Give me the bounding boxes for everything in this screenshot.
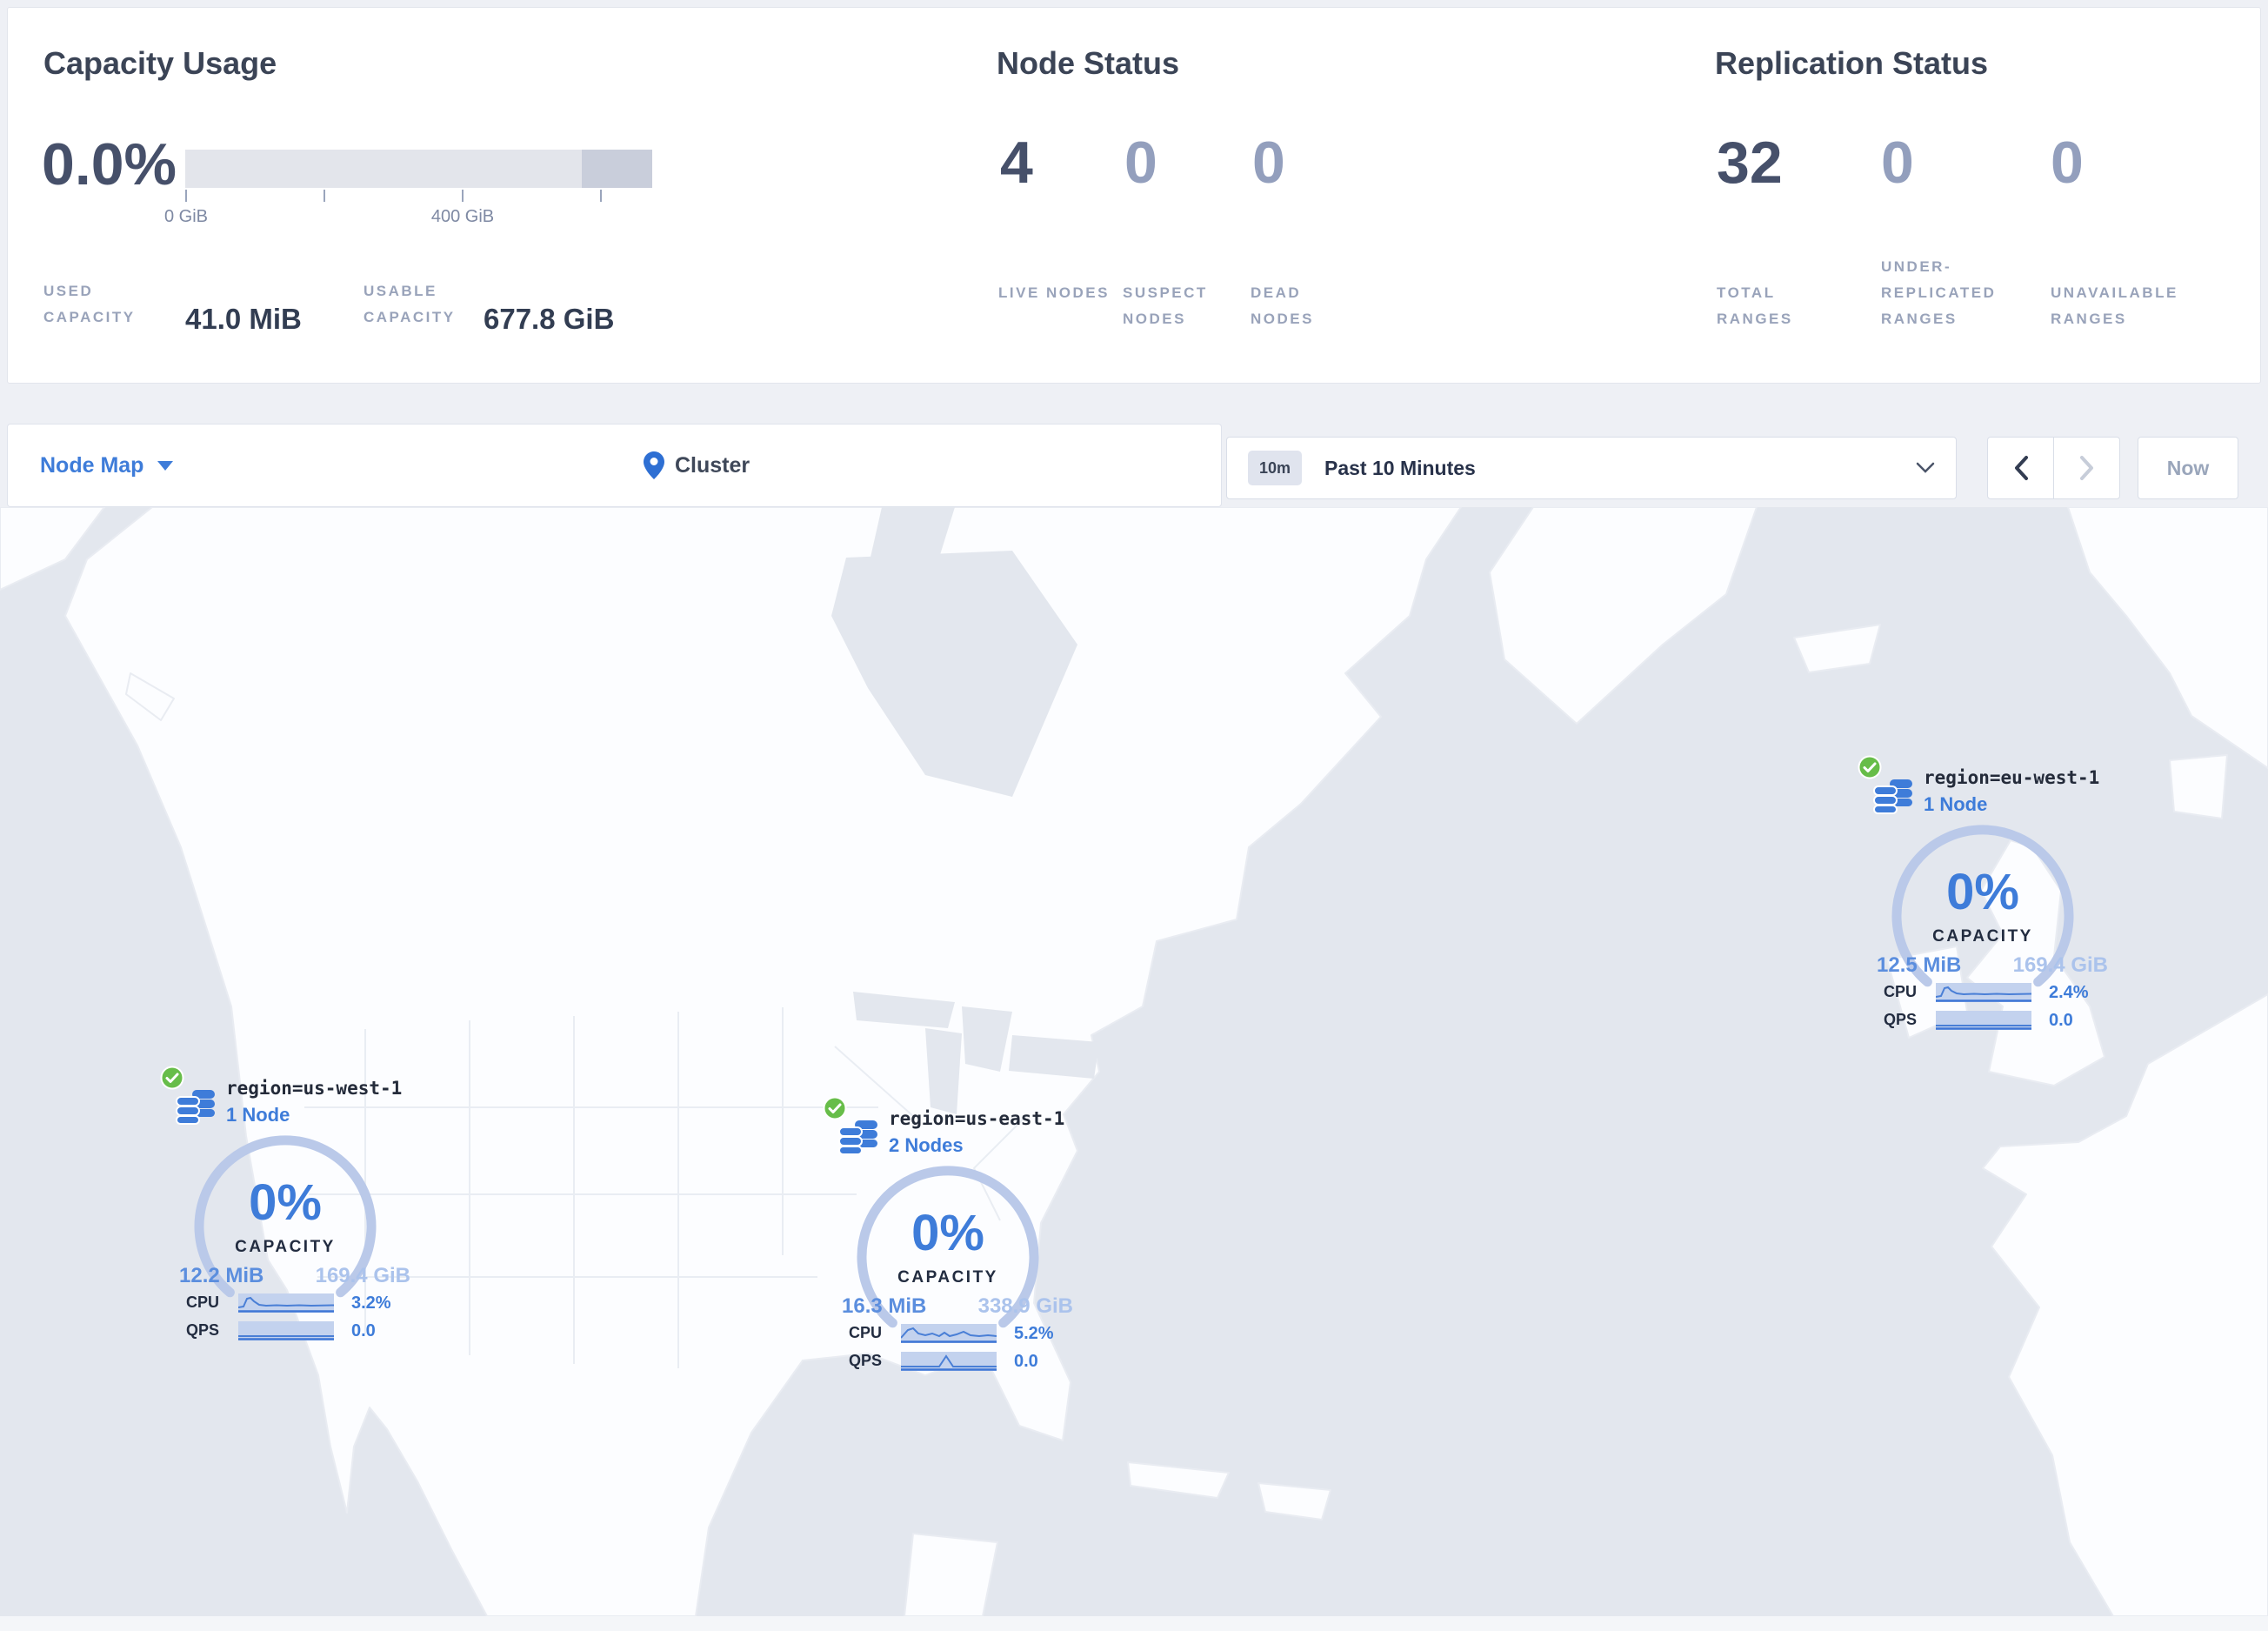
region-capacity-label: CAPACITY <box>235 1238 336 1256</box>
land-denmark <box>2169 754 2228 819</box>
region-used-capacity: 16.3 MiB <box>842 1294 927 1318</box>
region-total-capacity: 169.4 GiB <box>2012 953 2108 977</box>
live-nodes-count: 4 <box>1000 130 1033 196</box>
cpu-value: 2.4% <box>2049 983 2089 1002</box>
chevron-left-icon <box>2014 456 2028 480</box>
suspect-nodes-count: 0 <box>1124 130 1157 196</box>
capacity-bar-reserved-segment <box>582 150 652 188</box>
qps-sparkline <box>238 1321 334 1340</box>
region-node-count: 1 Node <box>1924 793 1988 815</box>
dead-nodes-count: 0 <box>1252 130 1285 196</box>
under-replicated-count: 0 <box>1881 130 1914 196</box>
view-selector-label: Node Map <box>40 452 144 478</box>
chevron-down-icon <box>1916 462 1935 473</box>
breadcrumb[interactable]: Cluster <box>644 424 750 507</box>
qps-value: 0.0 <box>351 1321 376 1340</box>
capacity-usage-title: Capacity Usage <box>43 45 277 81</box>
node-status-title: Node Status <box>997 45 1180 81</box>
database-stack-icon <box>176 1090 215 1125</box>
cpu-value: 3.2% <box>351 1293 391 1313</box>
land-europe-mainland <box>1982 993 2268 1616</box>
capacity-usage-bar <box>185 150 652 188</box>
region-name: region=us-west-1 <box>226 1078 403 1099</box>
qps-label: QPS <box>1884 1011 1918 1028</box>
qps-sparkline <box>901 1352 997 1371</box>
land-cuba <box>1127 1461 1230 1499</box>
land-north-america <box>64 507 1462 1616</box>
time-range-value: Past 10 Minutes <box>1324 456 1476 479</box>
cpu-label: CPU <box>849 1324 883 1341</box>
bar-tick-label-400: 400 GiB <box>430 207 495 226</box>
chevron-down-icon <box>157 460 174 471</box>
region-used-capacity: 12.5 MiB <box>1877 953 1962 977</box>
bar-tick <box>185 190 187 202</box>
unavailable-count: 0 <box>2051 130 2084 196</box>
region-capacity-percent: 0% <box>911 1205 984 1261</box>
region-total-capacity: 169.4 GiB <box>315 1264 410 1287</box>
bar-tick <box>600 190 602 202</box>
qps-value: 0.0 <box>1014 1352 1038 1371</box>
map-pin-icon <box>644 451 664 479</box>
bar-tick <box>324 190 325 202</box>
breadcrumb-label: Cluster <box>675 452 750 478</box>
cpu-label: CPU <box>186 1293 220 1311</box>
database-stack-icon <box>838 1120 877 1155</box>
qps-value: 0.0 <box>2049 1011 2073 1030</box>
view-selector-dropdown[interactable]: Node Map <box>40 424 174 507</box>
database-stack-icon <box>1873 779 1912 814</box>
region-capacity-percent: 0% <box>1946 864 2019 920</box>
land-scandinavia <box>2067 507 2268 769</box>
cpu-sparkline <box>238 1293 334 1313</box>
suspect-nodes-label: SUSPECT NODES <box>1123 284 1208 327</box>
cpu-value: 5.2% <box>1014 1324 1054 1343</box>
dead-nodes-label: DEAD NODES <box>1251 284 1314 327</box>
bar-tick-label-0: 0 GiB <box>163 207 209 226</box>
usable-capacity-label: USABLE CAPACITY <box>364 283 456 325</box>
region-name: region=us-east-1 <box>889 1108 1065 1129</box>
region-total-capacity: 338.9 GiB <box>977 1294 1073 1318</box>
time-next-button[interactable] <box>2054 438 2119 498</box>
land-iceland <box>1793 624 1881 673</box>
bar-tick <box>462 190 464 202</box>
capacity-usage-percent: 0.0% <box>42 131 177 197</box>
region-used-capacity: 12.2 MiB <box>179 1264 264 1287</box>
used-capacity-label: USED CAPACITY <box>43 283 136 325</box>
qps-label: QPS <box>186 1321 220 1339</box>
region-marker-eu-west-1[interactable]: region=eu-west-1 1 Node 0% CAPACITY 12.5… <box>1854 755 2115 1042</box>
land-yucatan <box>904 1533 998 1616</box>
now-button[interactable]: Now <box>2138 437 2238 499</box>
time-nav-group <box>1987 437 2120 499</box>
cpu-sparkline <box>901 1324 997 1343</box>
region-capacity-label: CAPACITY <box>1932 927 2033 946</box>
qps-sparkline <box>1936 1011 2031 1030</box>
region-node-count: 2 Nodes <box>889 1134 964 1156</box>
region-capacity-percent: 0% <box>249 1174 322 1231</box>
total-ranges-count: 32 <box>1717 130 1783 196</box>
time-range-dropdown[interactable]: 10m Past 10 Minutes <box>1226 437 1957 499</box>
region-node-count: 1 Node <box>226 1104 290 1126</box>
region-marker-us-west-1[interactable]: region=us-west-1 1 Node 0% CAPACITY 12.2… <box>157 1066 417 1353</box>
land-hispaniola <box>1257 1482 1331 1521</box>
used-capacity-value: 41.0 MiB <box>185 303 302 335</box>
cpu-sparkline <box>1936 983 2031 1002</box>
under-replicated-label: UNDER-REPLICATED RANGES <box>1881 258 1997 327</box>
map-toolbar <box>7 424 1222 507</box>
live-nodes-label: LIVE NODES <box>998 284 1110 301</box>
map-footer-strip <box>0 1616 2268 1631</box>
world-map <box>0 507 2268 1616</box>
replication-status-title: Replication Status <box>1715 45 1989 81</box>
cpu-label: CPU <box>1884 983 1918 1000</box>
region-capacity-label: CAPACITY <box>897 1268 998 1287</box>
unavailable-label: UNAVAILABLE RANGES <box>2051 284 2178 327</box>
land-greenland <box>1489 507 1758 725</box>
qps-label: QPS <box>849 1352 883 1369</box>
chevron-right-icon <box>2079 456 2093 480</box>
region-name: region=eu-west-1 <box>1924 767 2100 788</box>
total-ranges-label: TOTAL RANGES <box>1717 284 1793 327</box>
region-marker-us-east-1[interactable]: region=us-east-1 2 Nodes 0% CAPACITY 16.… <box>819 1096 1080 1383</box>
usable-capacity-value: 677.8 GiB <box>484 303 615 335</box>
time-range-badge: 10m <box>1248 451 1302 485</box>
time-prev-button[interactable] <box>1988 438 2054 498</box>
node-map-canvas[interactable] <box>0 507 2268 1616</box>
